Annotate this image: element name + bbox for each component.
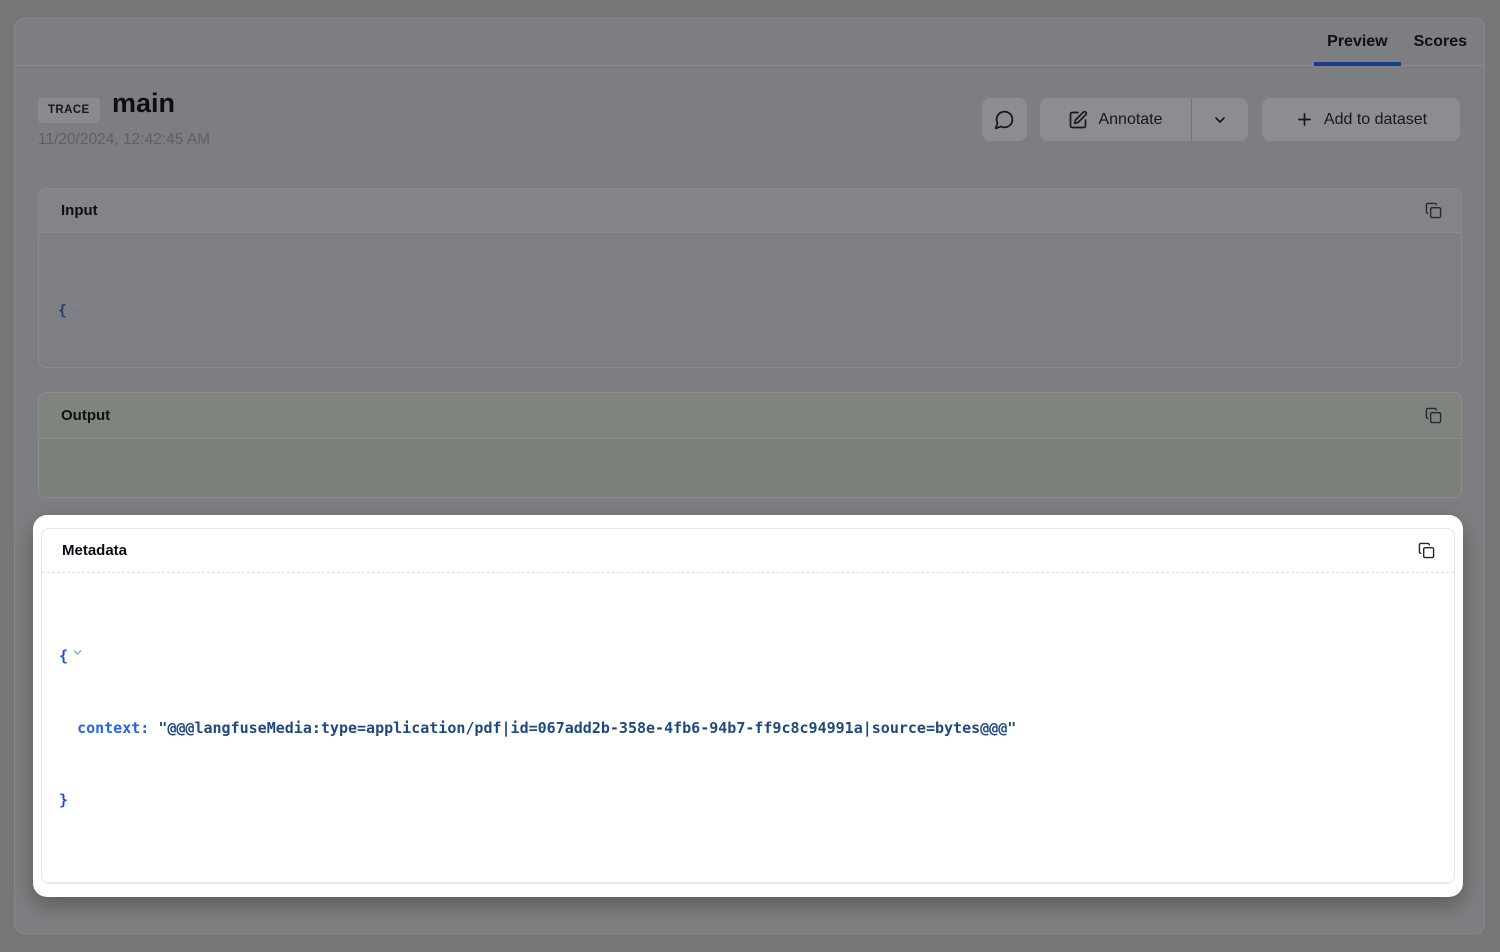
chevron-down-icon[interactable] xyxy=(70,301,83,317)
tab-bar: Preview Scores xyxy=(15,19,1484,66)
trace-timestamp: 11/20/2024, 12:42:45 AM xyxy=(38,131,210,149)
annotate-more-button[interactable] xyxy=(1191,98,1248,141)
output-panel-title: Output xyxy=(61,407,110,424)
comment-button[interactable] xyxy=(982,98,1027,141)
input-json-viewer: { args: [...] 0 Items kwargs: {...} 0 It… xyxy=(39,233,1461,368)
output-panel-header: Output xyxy=(39,393,1461,439)
chevron-down-icon xyxy=(1212,112,1228,128)
copy-icon[interactable] xyxy=(1421,199,1445,223)
metadata-json-viewer: { context: "@@@langfuseMedia:type=applic… xyxy=(42,573,1454,860)
annotate-button-label: Annotate xyxy=(1098,111,1162,129)
output-panel: Output null xyxy=(38,392,1462,498)
input-panel-header: Input xyxy=(39,189,1461,233)
output-json-viewer: null xyxy=(39,439,1461,498)
metadata-panel: Metadata { context: "@@@langfuseMedia:ty… xyxy=(41,528,1455,884)
json-key: context: xyxy=(77,719,149,737)
annotate-button[interactable]: Annotate xyxy=(1040,98,1191,141)
media-section: Media PDF 067ad... xyxy=(42,882,1454,884)
tab-preview[interactable]: Preview xyxy=(1314,19,1400,65)
json-open-brace: { xyxy=(59,647,68,665)
comment-icon xyxy=(994,109,1015,130)
json-line: { xyxy=(58,297,1461,323)
json-line: { xyxy=(59,642,1434,668)
json-line: } xyxy=(59,788,1434,812)
trace-title: main xyxy=(112,88,175,119)
trace-type-badge: TRACE xyxy=(38,98,100,123)
copy-icon[interactable] xyxy=(1414,539,1438,563)
json-open-brace: { xyxy=(58,303,67,319)
json-string-value: "@@@langfuseMedia:type=application/pdf|i… xyxy=(158,719,1016,737)
input-panel-title: Input xyxy=(61,202,98,219)
tab-scores[interactable]: Scores xyxy=(1401,19,1480,65)
add-to-dataset-label: Add to dataset xyxy=(1324,111,1427,129)
add-to-dataset-button[interactable]: Add to dataset xyxy=(1262,98,1460,141)
metadata-panel-header: Metadata xyxy=(42,529,1454,573)
metadata-panel-title: Metadata xyxy=(62,542,127,559)
metadata-spotlight: Metadata { context: "@@@langfuseMedia:ty… xyxy=(33,515,1463,897)
annotate-split-button: Annotate xyxy=(1040,98,1248,141)
input-panel: Input { args: [...] 0 Items kwargs: {...… xyxy=(38,188,1462,368)
chevron-down-icon[interactable] xyxy=(71,645,84,663)
json-line: context: "@@@langfuseMedia:type=applicat… xyxy=(59,716,1434,740)
copy-icon[interactable] xyxy=(1421,404,1445,428)
annotate-icon xyxy=(1068,110,1088,130)
plus-icon xyxy=(1295,110,1314,129)
json-close-brace: } xyxy=(59,791,68,809)
trace-preview-screen: Preview Scores TRACE main 11/20/2024, 12… xyxy=(0,0,1500,952)
